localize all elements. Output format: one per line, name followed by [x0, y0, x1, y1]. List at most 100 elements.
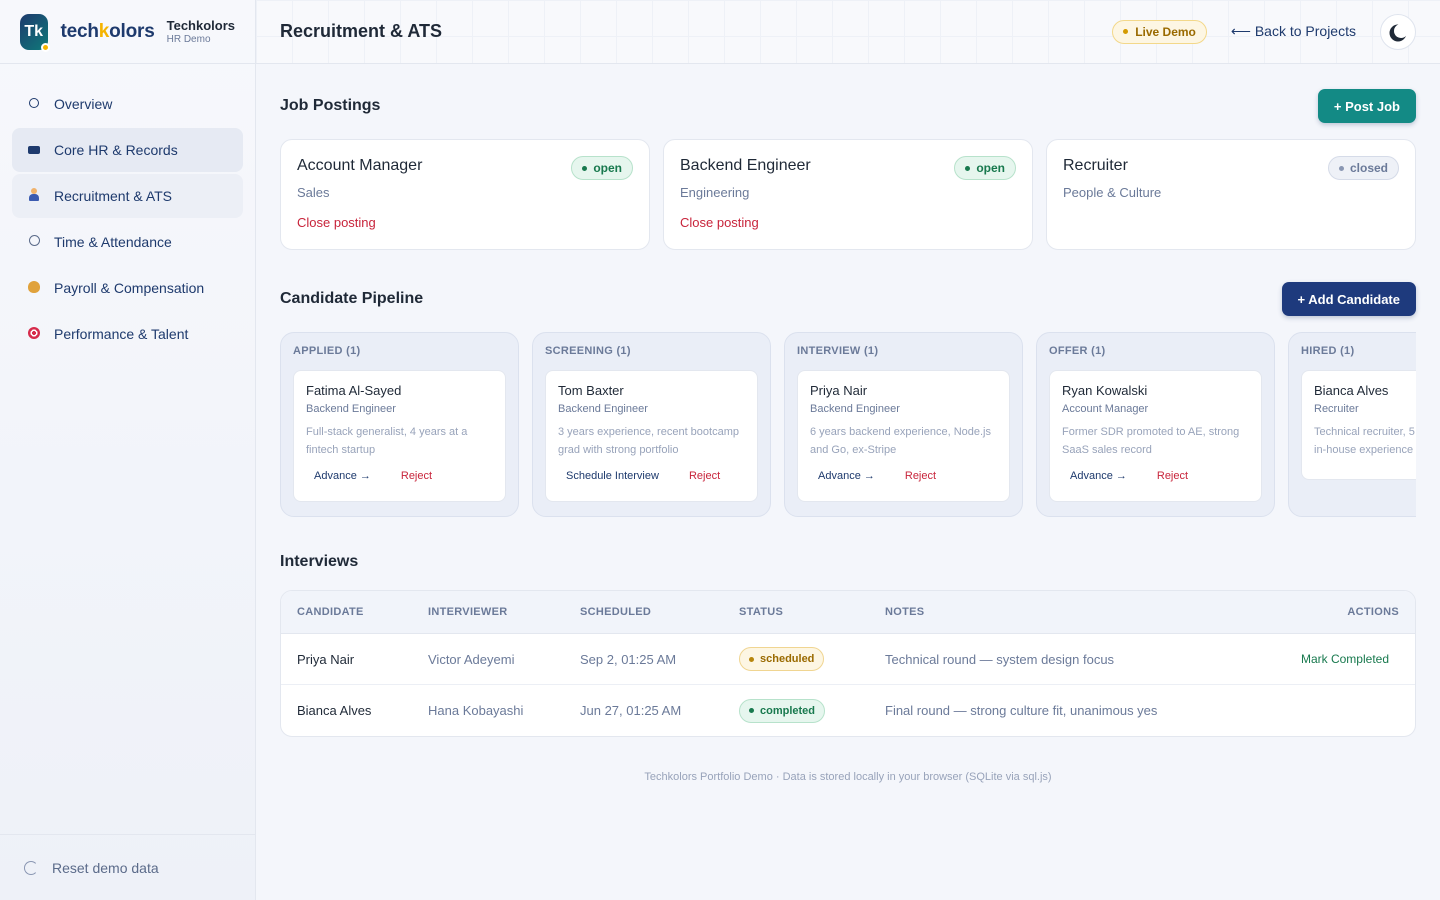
close-posting-button[interactable]: Close posting [297, 215, 376, 230]
sidebar-item-core-hr[interactable]: Core HR & Records [12, 128, 243, 172]
live-demo-label: Live Demo [1135, 24, 1196, 39]
status-label: closed [1349, 161, 1388, 175]
status-cell: scheduled [739, 647, 885, 671]
live-demo-badge: Live Demo [1112, 19, 1207, 44]
job-cards: Account Manager Sales Close posting open… [280, 139, 1416, 250]
status-label: completed [760, 704, 816, 717]
candidate-actions: Advance → Reject [810, 470, 997, 482]
pipeline-board[interactable]: APPLIED (1) Fatima Al-Sayed Backend Engi… [280, 332, 1416, 517]
topbar-actions: Live Demo ⟵ Back to Projects [1112, 13, 1416, 50]
candidate-name: Bianca Alves [1314, 383, 1389, 398]
interviewer-cell: Victor Adeyemi [428, 651, 515, 667]
table-header: CANDIDATE INTERVIEWER SCHEDULED STATUS N… [281, 591, 1415, 634]
section-title: Candidate Pipeline [280, 290, 424, 307]
schedule-interview-button[interactable]: Schedule Interview [558, 470, 667, 482]
live-dot-icon [1123, 29, 1129, 34]
theme-toggle-button[interactable] [1380, 13, 1416, 50]
brand-name: Techkolors [166, 18, 235, 33]
brand-meta: Techkolors HR Demo [167, 18, 235, 45]
reject-button[interactable]: Reject [393, 470, 440, 482]
interviews-table: CANDIDATE INTERVIEWER SCHEDULED STATUS N… [280, 590, 1416, 737]
logo[interactable]: Tk [20, 13, 50, 52]
scheduled-cell: Sep 2, 01:25 AM [580, 651, 677, 667]
column-header: STATUS [739, 606, 784, 618]
status-badge: closed [1327, 156, 1399, 180]
interviewer-cell: Hana Kobayashi [428, 703, 524, 718]
sidebar-item-recruitment[interactable]: Recruitment & ATS [12, 174, 243, 218]
sidebar-item-time-attendance[interactable]: Time & Attendance [12, 220, 243, 264]
sidebar-item-label: Core HR & Records [54, 142, 178, 158]
refresh-icon [24, 860, 38, 875]
job-department: People & Culture [1063, 185, 1162, 200]
moon-icon [1394, 24, 1408, 38]
status-label: scheduled [760, 653, 815, 665]
post-job-button[interactable]: + Post Job [1317, 89, 1416, 123]
brand-subtitle: HR Demo [166, 34, 211, 45]
sidebar-item-label: Payroll & Compensation [54, 280, 205, 296]
wordmark-part-b: k [98, 20, 110, 42]
pipeline-column-screening: SCREENING (1) Tom Baxter Backend Enginee… [532, 332, 771, 517]
reject-button[interactable]: Reject [897, 470, 944, 482]
notes-cell: Technical round — system design focus [885, 651, 1115, 667]
stopwatch-icon [26, 235, 42, 249]
job-card: Backend Engineer Engineering Close posti… [663, 139, 1033, 250]
column-title: INTERVIEW (1) [797, 345, 879, 357]
candidate-card[interactable]: Priya Nair Backend Engineer 6 years back… [797, 370, 1010, 502]
candidate-card[interactable]: Tom Baxter Backend Engineer 3 years expe… [545, 370, 758, 502]
advance-button[interactable]: Advance → [1062, 470, 1135, 482]
candidate-actions: Advance → Reject [1062, 470, 1249, 482]
candidate-role: Backend Engineer [810, 403, 900, 415]
advance-button[interactable]: Advance → [810, 470, 883, 482]
interviews-section: Interviews CANDIDATE INTERVIEWER SCHEDUL… [280, 553, 1416, 737]
sidebar-item-label: Recruitment & ATS [54, 188, 173, 204]
sidebar-item-label: Time & Attendance [54, 234, 172, 250]
column-header: SCHEDULED [580, 606, 652, 618]
sidebar: Tk techkolors Techkolors HR Demo Overvie… [0, 0, 256, 900]
pipeline-column-interview: INTERVIEW (1) Priya Nair Backend Enginee… [784, 332, 1023, 517]
job-postings-section: Job Postings + Post Job Account Manager … [280, 89, 1416, 250]
section-title: Job Postings [280, 97, 381, 114]
reset-demo-label: Reset demo data [52, 859, 159, 876]
table-row: Priya Nair Victor Adeyemi Sep 2, 01:25 A… [281, 634, 1415, 685]
candidate-note: 6 years backend experience, Node.js and … [810, 426, 991, 456]
status-label: open [976, 161, 1005, 175]
sidebar-item-overview[interactable]: Overview [12, 82, 243, 126]
candidate-card[interactable]: Fatima Al-Sayed Backend Engineer Full-st… [293, 370, 506, 502]
candidate-cell: Priya Nair [297, 651, 355, 667]
status-badge: completed [739, 698, 826, 723]
job-card: Recruiter People & Culture closed [1046, 139, 1416, 250]
reset-demo-button[interactable]: Reset demo data [0, 834, 256, 900]
add-candidate-button[interactable]: + Add Candidate [1281, 282, 1416, 316]
section-title: Interviews [280, 553, 359, 570]
main-content: Job Postings + Post Job Account Manager … [280, 64, 1416, 783]
candidate-role: Recruiter [1314, 403, 1359, 415]
candidate-card[interactable]: Bianca Alves Recruiter Technical recruit… [1301, 370, 1416, 480]
candidate-actions: Schedule Interview Reject [558, 470, 745, 482]
candidate-actions: Advance → Reject [306, 470, 493, 482]
sidebar-item-label: Overview [54, 96, 113, 112]
status-label: open [593, 161, 622, 175]
close-posting-button[interactable]: Close posting [680, 215, 759, 230]
job-department: Sales [297, 185, 330, 200]
mark-completed-button[interactable]: Mark Completed [1301, 652, 1399, 666]
advance-button[interactable]: Advance → [306, 470, 379, 482]
pipeline-column-hired: HIRED (1) Bianca Alves Recruiter Technic… [1288, 332, 1416, 517]
column-title: OFFER (1) [1049, 345, 1106, 357]
sidebar-item-payroll[interactable]: Payroll & Compensation [12, 266, 243, 310]
column-header: NOTES [885, 606, 925, 618]
candidate-name: Ryan Kowalski [1062, 383, 1148, 398]
sidebar-item-performance[interactable]: Performance & Talent [12, 312, 243, 356]
candidate-name: Priya Nair [810, 383, 868, 398]
back-to-projects-link[interactable]: ⟵ Back to Projects [1231, 23, 1356, 40]
target-icon [26, 326, 42, 342]
job-card: Account Manager Sales Close posting open [280, 139, 650, 250]
pipeline-column-offer: OFFER (1) Ryan Kowalski Account Manager … [1036, 332, 1275, 517]
notes-cell: Final round — strong culture fit, unanim… [885, 703, 1158, 718]
reject-button[interactable]: Reject [681, 470, 728, 482]
job-department: Engineering [680, 185, 750, 200]
footer-note: Techkolors Portfolio Demo · Data is stor… [644, 771, 1052, 783]
reject-button[interactable]: Reject [1149, 470, 1196, 482]
candidate-name: Tom Baxter [558, 383, 624, 398]
candidate-card[interactable]: Ryan Kowalski Account Manager Former SDR… [1049, 370, 1262, 502]
pipeline-column-applied: APPLIED (1) Fatima Al-Sayed Backend Engi… [280, 332, 519, 517]
